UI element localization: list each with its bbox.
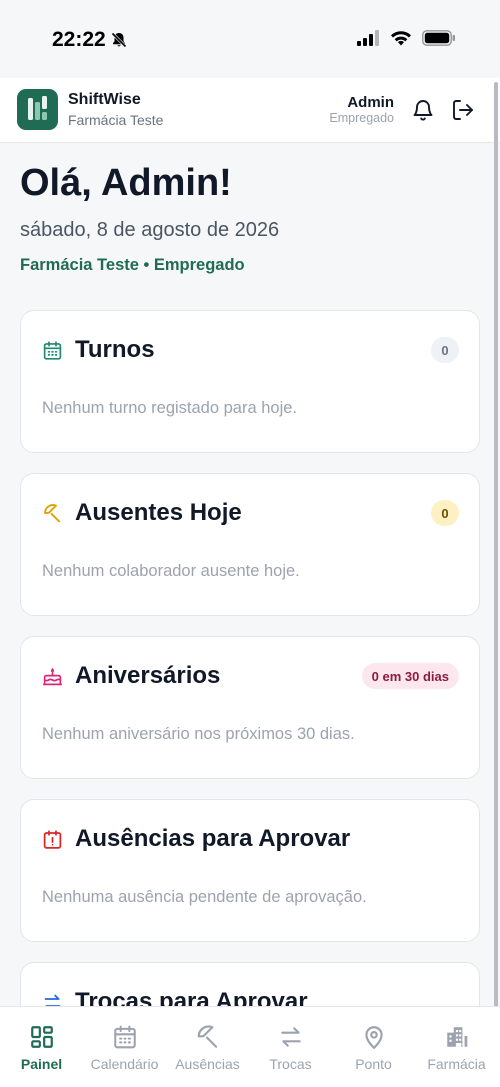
nav-item-calendario[interactable]: Calendário [83, 1007, 166, 1087]
empty-state-text: Nenhum aniversário nos próximos 30 dias. [42, 725, 355, 743]
greeting-title: Olá, Admin! [20, 162, 232, 204]
app-logo [17, 89, 58, 130]
status-indicators [356, 30, 456, 46]
nav-label: Trocas [269, 1056, 312, 1072]
card-title: Turnos [75, 336, 155, 363]
user-role: Empregado [329, 111, 394, 125]
location-pin-icon [364, 1026, 383, 1049]
nav-label: Ponto [355, 1056, 392, 1072]
status-time-text: 22:22 [52, 28, 106, 51]
nav-item-ausencias[interactable]: Ausências [166, 1007, 249, 1087]
calendar-icon [113, 1025, 136, 1049]
nav-item-trocas[interactable]: Trocas [249, 1007, 332, 1087]
card-birthdays[interactable]: Aniversários 0 em 30 dias Nenhum anivers… [20, 636, 480, 779]
app-name: ShiftWise [68, 91, 141, 108]
nav-item-farmacia[interactable]: Farmácia [415, 1007, 498, 1087]
building-icon [446, 1027, 467, 1047]
nav-label: Calendário [90, 1056, 159, 1072]
nav-item-painel[interactable]: Painel [0, 1007, 83, 1087]
count-badge: 0 [431, 500, 459, 526]
card-title: Aniversários [75, 662, 221, 689]
card-absent-today[interactable]: Ausentes Hoje 0 Nenhum colaborador ausen… [20, 473, 480, 616]
empty-state-text: Nenhum colaborador ausente hoje. [42, 562, 300, 580]
card-title: Ausentes Hoje [75, 499, 242, 526]
umbrella-icon [44, 504, 61, 523]
status-time: 22:22 [52, 28, 128, 52]
cake-icon [42, 668, 63, 686]
nav-label: Farmácia [427, 1056, 486, 1072]
user-context: Farmácia Teste • Empregado [20, 256, 245, 274]
calendar-icon [43, 341, 62, 360]
count-badge: 0 [431, 337, 459, 363]
user-name: Admin [347, 94, 394, 111]
signal-icon [357, 30, 379, 46]
current-date: sábado, 8 de agosto de 2026 [20, 219, 280, 241]
dashboard-icon [30, 1026, 53, 1048]
card-shifts[interactable]: Turnos 0 Nenhum turno registado para hoj… [20, 310, 480, 453]
card-absences-to-approve[interactable]: Ausências para Aprovar Nenhuma ausência … [20, 799, 480, 942]
empty-state-text: Nenhum turno registado para hoje. [42, 399, 297, 417]
notifications-bell-icon[interactable] [411, 98, 435, 122]
umbrella-icon [197, 1025, 217, 1048]
alert-calendar-icon [43, 830, 62, 849]
nav-item-ponto[interactable]: Ponto [332, 1007, 415, 1087]
nav-label: Painel [20, 1056, 63, 1072]
status-bar: 22:22 [0, 0, 500, 78]
count-badge: 0 em 30 dias [361, 663, 459, 689]
empty-state-text: Nenhuma ausência pendente de aprovação. [42, 888, 367, 906]
wifi-icon [391, 31, 411, 46]
app-logo-icon [28, 96, 47, 120]
bottom-navigation: Painel Calendário Ausências Trocas Ponto [0, 1006, 500, 1087]
swap-icon [280, 1027, 301, 1047]
battery-icon [422, 30, 455, 46]
card-title: Ausências para Aprovar [75, 825, 351, 852]
app-header: ShiftWise Farmácia Teste Admin Empregado [0, 78, 500, 143]
logout-icon[interactable] [451, 98, 475, 122]
mute-bell-icon [111, 32, 127, 48]
nav-label: Ausências [175, 1056, 240, 1072]
scrollbar[interactable] [494, 82, 498, 1007]
pharmacy-name: Farmácia Teste [68, 112, 164, 128]
